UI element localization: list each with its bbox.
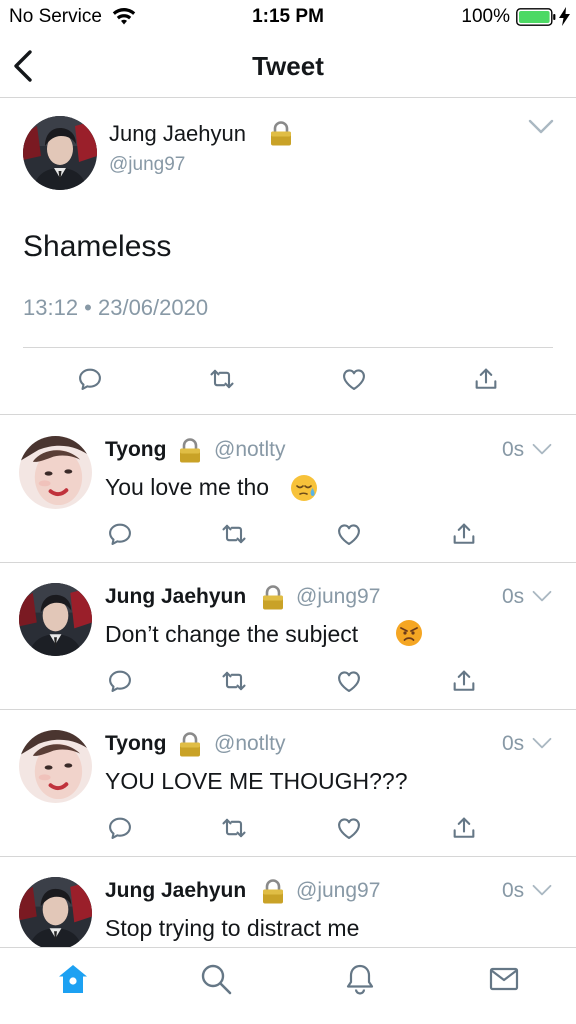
home-icon[interactable] [56,962,90,996]
divider [23,347,553,348]
tab-bar [0,947,576,1024]
share-icon[interactable] [472,365,500,393]
mail-icon[interactable] [487,962,521,996]
reply-text: Stop trying to distract me [105,915,360,941]
like-icon[interactable] [335,520,363,548]
bell-icon[interactable] [343,962,377,996]
share-icon[interactable] [450,667,478,695]
retweet-icon[interactable] [220,814,248,842]
battery-percent: 100% [461,6,510,27]
avatar[interactable] [19,877,92,950]
lock-icon [179,732,201,758]
chevron-down-icon[interactable] [532,884,552,897]
author-handle[interactable]: @notlty [214,732,286,756]
reply-text: You love me tho [105,474,270,500]
reply-icon[interactable] [76,365,104,393]
avatar[interactable] [23,116,97,190]
charging-icon [559,7,570,26]
tweet-text: Shameless [23,230,172,263]
nav-bar: Tweet [0,34,576,98]
chevron-down-icon[interactable] [532,443,552,456]
like-icon[interactable] [340,365,368,393]
reply-tweet[interactable]: Tyong @notlty 0s YOU LOVE ME THOUGH??? [0,710,576,857]
retweet-icon[interactable] [220,520,248,548]
sleepy-face-icon [290,474,318,502]
avatar[interactable] [19,730,92,803]
reply-text: Don’t change the subject [105,621,359,647]
author-handle[interactable]: @notlty [214,438,286,462]
status-bar: No Service 1:15 PM 100% [0,0,576,34]
tweet-timestamp: 13:12 • 23/06/2020 [23,295,209,320]
author-name[interactable]: Tyong [105,438,166,462]
lock-icon [179,438,201,464]
retweet-icon[interactable] [208,365,236,393]
lock-icon [270,121,292,147]
chevron-down-icon[interactable] [532,590,552,603]
author-name[interactable]: Tyong [105,732,166,756]
chevron-down-icon[interactable] [528,119,554,135]
reply-time: 0s [502,585,525,608]
retweet-icon[interactable] [220,667,248,695]
reply-tweet[interactable]: Tyong @notlty 0s You love me tho [0,416,576,563]
reply-icon[interactable] [106,667,134,695]
reply-time: 0s [502,438,525,461]
avatar[interactable] [19,583,92,656]
reply-text: YOU LOVE ME THOUGH??? [105,768,408,794]
share-icon[interactable] [450,520,478,548]
search-icon[interactable] [199,962,233,996]
like-icon[interactable] [335,667,363,695]
chevron-down-icon[interactable] [532,737,552,750]
share-icon[interactable] [450,814,478,842]
page-title: Tweet [252,51,324,81]
author-handle[interactable]: @jung97 [296,585,380,609]
battery-icon [516,8,556,26]
reply-tweet[interactable]: Jung Jaehyun @jung97 0s Don’t change the… [0,563,576,710]
reply-time: 0s [502,732,525,755]
lock-icon [262,585,284,611]
avatar[interactable] [19,436,92,509]
tweet-actions [0,520,576,550]
main-tweet: Jung Jaehyun @jung97 Shameless 13:12 • 2… [0,99,576,415]
angry-face-icon [395,619,423,647]
author-name[interactable]: Jung Jaehyun [105,879,246,903]
author-handle[interactable]: @jung97 [109,154,185,176]
author-handle[interactable]: @jung97 [296,879,380,903]
tweet-actions [0,814,576,844]
tweet-actions [0,365,576,395]
reply-icon[interactable] [106,814,134,842]
reply-time: 0s [502,879,525,902]
author-name[interactable]: Jung Jaehyun [109,121,246,147]
author-name[interactable]: Jung Jaehyun [105,585,246,609]
tweet-actions [0,667,576,697]
lock-icon [262,879,284,905]
reply-icon[interactable] [106,520,134,548]
like-icon[interactable] [335,814,363,842]
